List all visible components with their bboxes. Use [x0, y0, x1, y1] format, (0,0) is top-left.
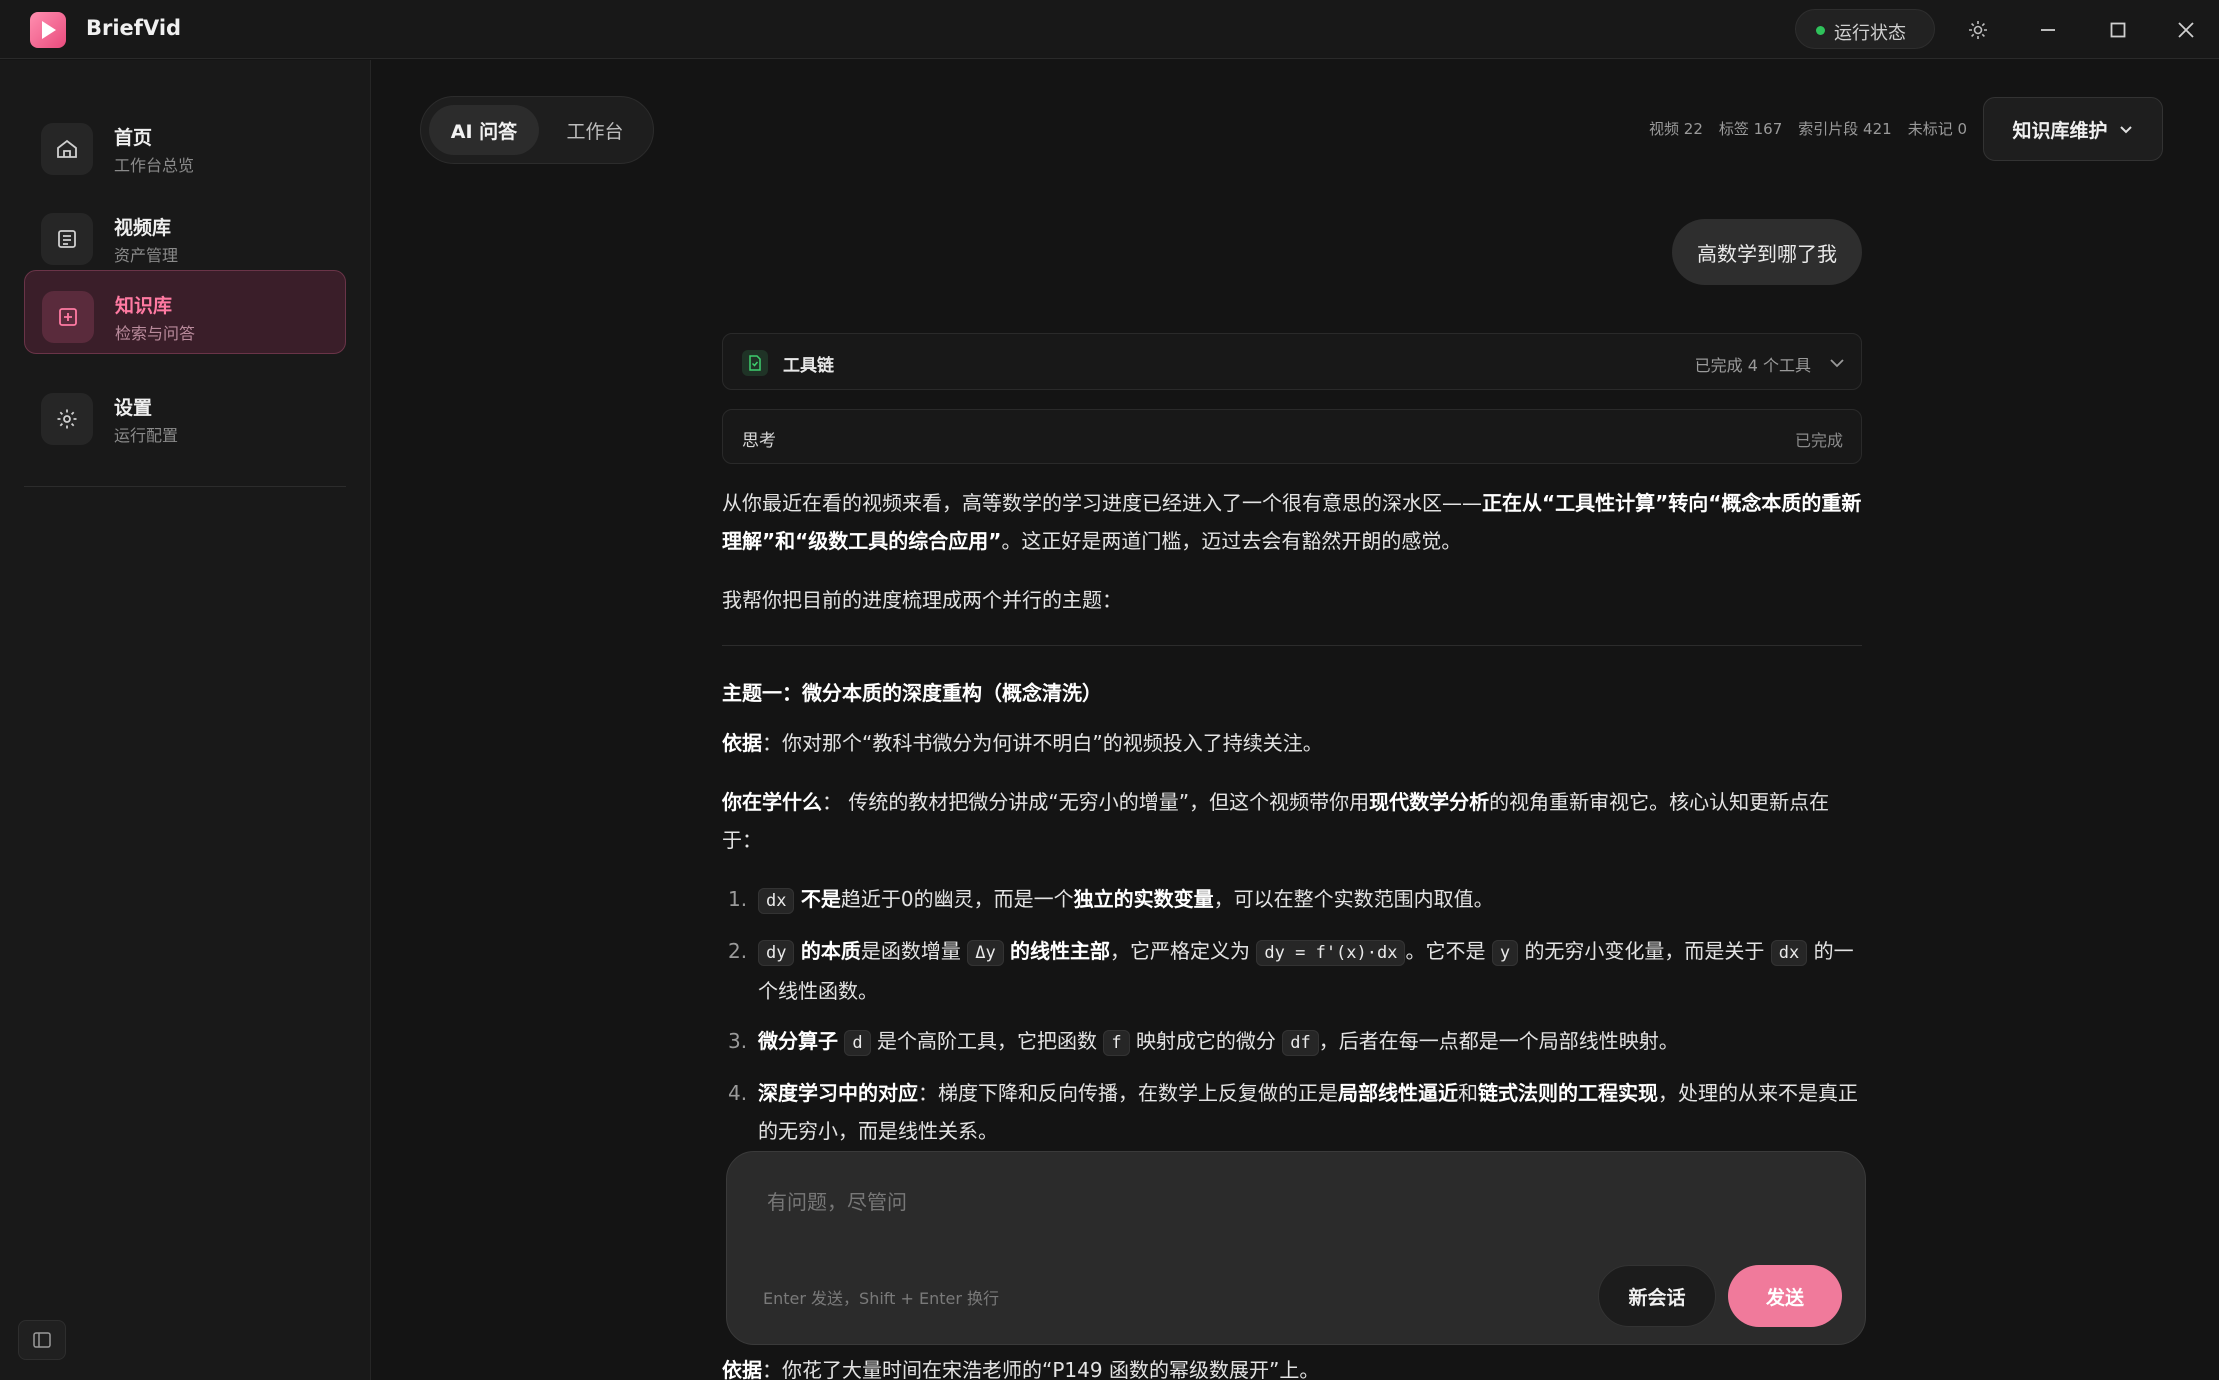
list-item: 3. 微分算子 d 是个高阶工具，它把函数 f 映射成它的微分 df ，后者在每一点… — [722, 1022, 1862, 1062]
sidebar-item-home[interactable]: 首页 工作台总览 — [24, 103, 346, 187]
send-button[interactable]: 发送 — [1728, 1265, 1842, 1327]
sidebar-item-title: 首页 — [114, 127, 153, 149]
stat-tags: 标签 167 — [1718, 120, 1783, 138]
stat-index-segments: 索引片段 421 — [1798, 120, 1892, 138]
chevron-down-icon[interactable] — [1827, 352, 1847, 372]
run-status-button[interactable]: 运行状态 — [1795, 9, 1935, 49]
status-dot-icon — [1816, 26, 1825, 35]
sidebar-item-title: 视频库 — [114, 217, 172, 239]
message-input[interactable]: 有问题，尽管问 — [767, 1186, 907, 1215]
assistant-answer: 从你最近在看的视频来看，高等数学的学习进度已经进入了一个很有意思的深水区——正在… — [722, 484, 1862, 1162]
sidebar: 首页 工作台总览 视频库 资产管理 知识库 检索与问答 设置 运行配置 — [0, 60, 371, 1380]
key-points-list: 1. dx 不是趋近于0的幽灵，而是一个独立的实数变量，可以在整个实数范围内取值。… — [722, 880, 1862, 1150]
thinking-label: 思考 — [742, 431, 776, 451]
theme-one-learning: 你在学什么： 传统的教材把微分讲成“无穷小的增量”，但这个视频带你用现代数学分析… — [722, 790, 1830, 852]
tab-workbench[interactable]: 工作台 — [545, 105, 645, 155]
sidebar-item-title: 知识库 — [115, 295, 173, 317]
kb-maintenance-label: 知识库维护 — [2012, 119, 2108, 142]
theme-two-basis: 依据：你花了大量时间在宋浩老师的“P149 函数的幂级数展开”上。 — [722, 1358, 1320, 1380]
theme-one-title: 主题一：微分本质的深度重构（概念清洗） — [722, 681, 1102, 705]
sidebar-item-title: 设置 — [114, 397, 153, 419]
list-item: 1. dx 不是趋近于0的幽灵，而是一个独立的实数变量，可以在整个实数范围内取值。 — [722, 880, 1862, 920]
new-chat-button[interactable]: 新会话 — [1598, 1265, 1716, 1327]
list-item: 2. dy 的本质是函数增量 Δy 的线性主部，它严格定义为 dy = f'(x)… — [728, 939, 1854, 1003]
tab-ai-qa[interactable]: AI 问答 — [429, 105, 539, 155]
sidebar-divider — [24, 486, 346, 487]
kb-stats: 视频 22 标签 167 索引片段 421 未标记 0 — [1649, 118, 1967, 139]
minimize-icon[interactable] — [2028, 10, 2068, 50]
tool-chain-label: 工具链 — [783, 356, 834, 376]
answer-intro: 从你最近在看的视频来看，高等数学的学习进度已经进入了一个很有意思的深水区——正在… — [722, 491, 1862, 553]
chevron-down-icon — [2119, 126, 2132, 134]
maximize-icon[interactable] — [2098, 10, 2138, 50]
knowledge-icon — [42, 291, 94, 343]
theme-one-basis: 依据：你对那个“教科书微分为何讲不明白”的视频投入了持续关注。 — [722, 731, 1323, 755]
sidebar-item-subtitle: 工作台总览 — [114, 156, 195, 175]
answer-summary: 我帮你把目前的进度梳理成两个并行的主题： — [722, 588, 1122, 612]
sidebar-item-knowledge-base[interactable]: 知识库 检索与问答 — [24, 270, 346, 354]
stat-videos: 视频 22 — [1649, 120, 1703, 138]
play-logo-icon — [30, 12, 66, 48]
sidebar-item-settings[interactable]: 设置 运行配置 — [24, 373, 346, 457]
thinking-panel[interactable]: 思考 已完成 — [722, 409, 1862, 464]
tool-chain-status: 已完成 4 个工具 — [1694, 356, 1811, 375]
close-icon[interactable] — [2166, 10, 2206, 50]
mode-tabs: AI 问答 工作台 — [420, 96, 654, 164]
run-status-label: 运行状态 — [1834, 23, 1906, 44]
home-icon — [41, 123, 93, 175]
composer-hint: Enter 发送，Shift + Enter 换行 — [763, 1289, 1000, 1308]
sidebar-item-video-library[interactable]: 视频库 资产管理 — [24, 193, 346, 277]
kb-maintenance-button[interactable]: 知识库维护 — [1983, 97, 2163, 161]
sidebar-item-subtitle: 运行配置 — [114, 426, 179, 445]
tool-chain-panel[interactable]: 工具链 已完成 4 个工具 — [722, 333, 1862, 390]
gear-icon — [41, 393, 93, 445]
library-icon — [41, 213, 93, 265]
sidebar-item-subtitle: 资产管理 — [114, 246, 179, 265]
sun-icon[interactable] — [1958, 10, 1998, 50]
user-message-bubble: 高数学到哪了我 — [1672, 219, 1862, 285]
title-bar: BriefVid 运行状态 — [0, 0, 2219, 59]
thinking-status: 已完成 — [1794, 431, 1843, 450]
divider — [722, 645, 1862, 646]
list-item: 4. 深度学习中的对应：梯度下降和反向传播，在数学上反复做的正是局部线性逼近和链式… — [728, 1081, 1858, 1143]
document-icon — [742, 350, 768, 376]
message-composer[interactable]: 有问题，尽管问 Enter 发送，Shift + Enter 换行 新会话 发送 — [726, 1151, 1866, 1345]
sidebar-collapse-icon[interactable] — [18, 1320, 66, 1360]
sidebar-item-subtitle: 检索与问答 — [115, 324, 196, 343]
stat-unmarked: 未标记 0 — [1907, 120, 1967, 138]
app-title: BriefVid — [86, 16, 182, 40]
